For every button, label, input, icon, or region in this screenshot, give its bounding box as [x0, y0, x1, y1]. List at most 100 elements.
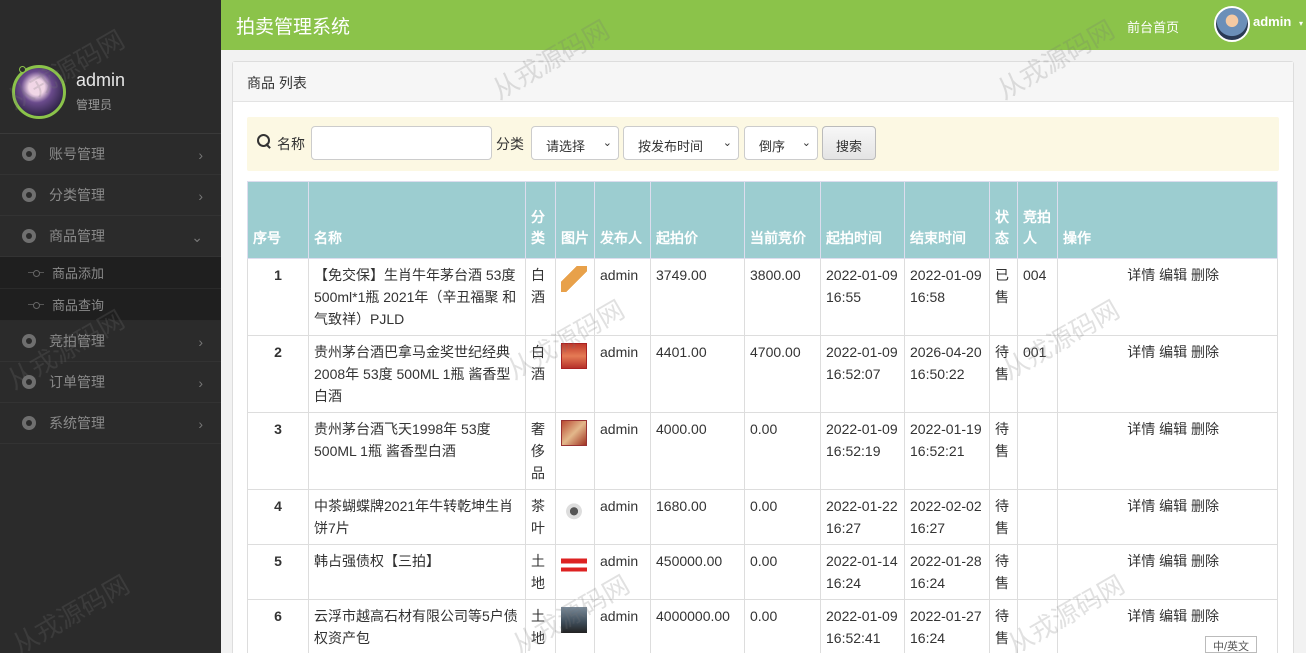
- sidebar-subitem-query-product[interactable]: 商品查询: [0, 289, 221, 321]
- cell-name: 贵州茅台酒飞天1998年 53度 500ML 1瓶 酱香型白酒: [308, 412, 526, 490]
- globe-icon: [22, 375, 36, 389]
- globe-icon: [22, 334, 36, 348]
- product-thumbnail[interactable]: [561, 497, 587, 523]
- front-home-link[interactable]: 前台首页: [1127, 17, 1179, 36]
- delete-link[interactable]: 删除: [1191, 498, 1219, 514]
- user-avatar[interactable]: [1214, 6, 1250, 42]
- sidebar-submenu: 商品添加 商品查询: [0, 257, 221, 321]
- profile-name: admin: [76, 70, 126, 90]
- cell-bidder: [1017, 599, 1058, 653]
- delete-link[interactable]: 删除: [1191, 344, 1219, 360]
- sort-select[interactable]: 按发布时间 ⌄: [623, 126, 739, 160]
- cell-bidder: [1017, 489, 1058, 545]
- delete-link[interactable]: 删除: [1191, 608, 1219, 624]
- product-thumbnail[interactable]: [561, 266, 587, 292]
- name-input[interactable]: [311, 126, 492, 160]
- sidebar-item-label: 系统管理: [49, 415, 105, 431]
- sidebar-item-accounts[interactable]: 账号管理 ›: [0, 134, 221, 175]
- cell-actions: 详情 编辑 删除: [1057, 335, 1278, 413]
- cell-name: 云浮市越高石材有限公司等5户债权资产包: [308, 599, 526, 653]
- cell-current-bid: 0.00: [744, 599, 821, 653]
- cell-no: 3: [247, 412, 309, 490]
- col-header: 竞拍人: [1017, 181, 1058, 259]
- edit-link[interactable]: 编辑: [1159, 267, 1187, 283]
- cell-end-time: 2022-01-19 16:52:21: [904, 412, 990, 490]
- col-header: 当前竞价: [744, 181, 821, 259]
- category-label: 分类: [496, 136, 524, 152]
- globe-icon: [22, 188, 36, 202]
- delete-link[interactable]: 删除: [1191, 553, 1219, 569]
- sidebar-profile: admin 管理员: [0, 50, 221, 134]
- table-row: 2 贵州茅台酒巴拿马金奖世纪经典2008年 53度 500ML 1瓶 酱香型白酒…: [247, 335, 1278, 413]
- cell-bidder: [1017, 544, 1058, 600]
- user-menu[interactable]: admin: [1253, 14, 1291, 29]
- name-label: 名称: [277, 136, 305, 152]
- cell-status: 待售: [989, 412, 1018, 490]
- cell-end-time: 2022-01-27 16:24: [904, 599, 990, 653]
- delete-link[interactable]: 删除: [1191, 421, 1219, 437]
- cell-start-price: 1680.00: [650, 489, 745, 545]
- edit-link[interactable]: 编辑: [1159, 608, 1187, 624]
- col-header: 结束时间: [904, 181, 990, 259]
- cell-publisher: admin: [594, 412, 651, 490]
- tree-line-icon: [28, 270, 44, 277]
- delete-link[interactable]: 删除: [1191, 267, 1219, 283]
- cell-category: 土地: [525, 599, 556, 653]
- table-row: 3 贵州茅台酒飞天1998年 53度 500ML 1瓶 酱香型白酒 奢侈品 ad…: [247, 412, 1278, 490]
- cell-publisher: admin: [594, 335, 651, 413]
- cell-no: 1: [247, 258, 309, 336]
- col-header: 序号: [247, 181, 309, 259]
- order-select[interactable]: 倒序 ⌄: [744, 126, 818, 160]
- product-thumbnail[interactable]: [561, 552, 587, 578]
- app-title: 拍卖管理系统: [236, 17, 351, 38]
- sort-select-value: 按发布时间: [638, 139, 704, 154]
- detail-link[interactable]: 详情: [1127, 344, 1155, 360]
- cell-image: [555, 335, 595, 413]
- category-select[interactable]: 请选择 ⌄: [531, 126, 619, 160]
- cell-name: 【免交保】生肖牛年茅台酒 53度 500ml*1瓶 2021年（辛丑福聚 和气致…: [308, 258, 526, 336]
- product-table: 序号 名称 分类 图片 发布人 起拍价 当前竞价 起拍时间 结束时间 状态 竞拍…: [247, 181, 1278, 653]
- cell-end-time: 2022-01-28 16:24: [904, 544, 990, 600]
- chevron-right-icon: ›: [198, 416, 203, 432]
- cell-current-bid: 4700.00: [744, 335, 821, 413]
- cell-status: 待售: [989, 544, 1018, 600]
- product-thumbnail[interactable]: [561, 343, 587, 369]
- edit-link[interactable]: 编辑: [1159, 553, 1187, 569]
- cell-publisher: admin: [594, 489, 651, 545]
- language-toggle[interactable]: 中/英文: [1205, 636, 1257, 653]
- cell-bidder: 001: [1017, 335, 1058, 413]
- edit-link[interactable]: 编辑: [1159, 421, 1187, 437]
- detail-link[interactable]: 详情: [1127, 498, 1155, 514]
- table-row: 6 云浮市越高石材有限公司等5户债权资产包 土地 admin 4000000.0…: [247, 599, 1278, 653]
- chevron-down-icon: ⌄: [191, 229, 203, 245]
- sidebar-item-label: 订单管理: [49, 374, 105, 390]
- edit-link[interactable]: 编辑: [1159, 344, 1187, 360]
- edit-link[interactable]: 编辑: [1159, 498, 1187, 514]
- detail-link[interactable]: 详情: [1127, 553, 1155, 569]
- chevron-right-icon: ›: [198, 334, 203, 350]
- search-bar: 名称 分类 请选择 ⌄ 按发布时间 ⌄ 倒序 ⌄ 搜索: [247, 117, 1279, 171]
- cell-image: [555, 412, 595, 490]
- search-button[interactable]: 搜索: [822, 126, 876, 160]
- detail-link[interactable]: 详情: [1127, 421, 1155, 437]
- sidebar-item-system[interactable]: 系统管理 ›: [0, 403, 221, 444]
- cell-current-bid: 3800.00: [744, 258, 821, 336]
- detail-link[interactable]: 详情: [1127, 267, 1155, 283]
- profile-role: 管理员: [76, 98, 113, 112]
- product-thumbnail[interactable]: [561, 420, 587, 446]
- avatar: [12, 64, 66, 119]
- chevron-down-icon: ⌄: [722, 137, 732, 149]
- cell-current-bid: 0.00: [744, 489, 821, 545]
- sidebar-item-bidding[interactable]: 竞拍管理 ›: [0, 321, 221, 362]
- sidebar-item-products[interactable]: 商品管理 ⌄: [0, 216, 221, 257]
- sidebar-item-orders[interactable]: 订单管理 ›: [0, 362, 221, 403]
- detail-link[interactable]: 详情: [1127, 608, 1155, 624]
- sidebar-subitem-add-product[interactable]: 商品添加: [0, 257, 221, 289]
- sidebar-item-categories[interactable]: 分类管理 ›: [0, 175, 221, 216]
- sidebar-item-label: 分类管理: [49, 187, 105, 203]
- col-header: 状态: [989, 181, 1018, 259]
- product-thumbnail[interactable]: [561, 607, 587, 633]
- cell-no: 4: [247, 489, 309, 545]
- col-header: 分类: [525, 181, 556, 259]
- caret-down-icon[interactable]: ▾: [1299, 19, 1303, 28]
